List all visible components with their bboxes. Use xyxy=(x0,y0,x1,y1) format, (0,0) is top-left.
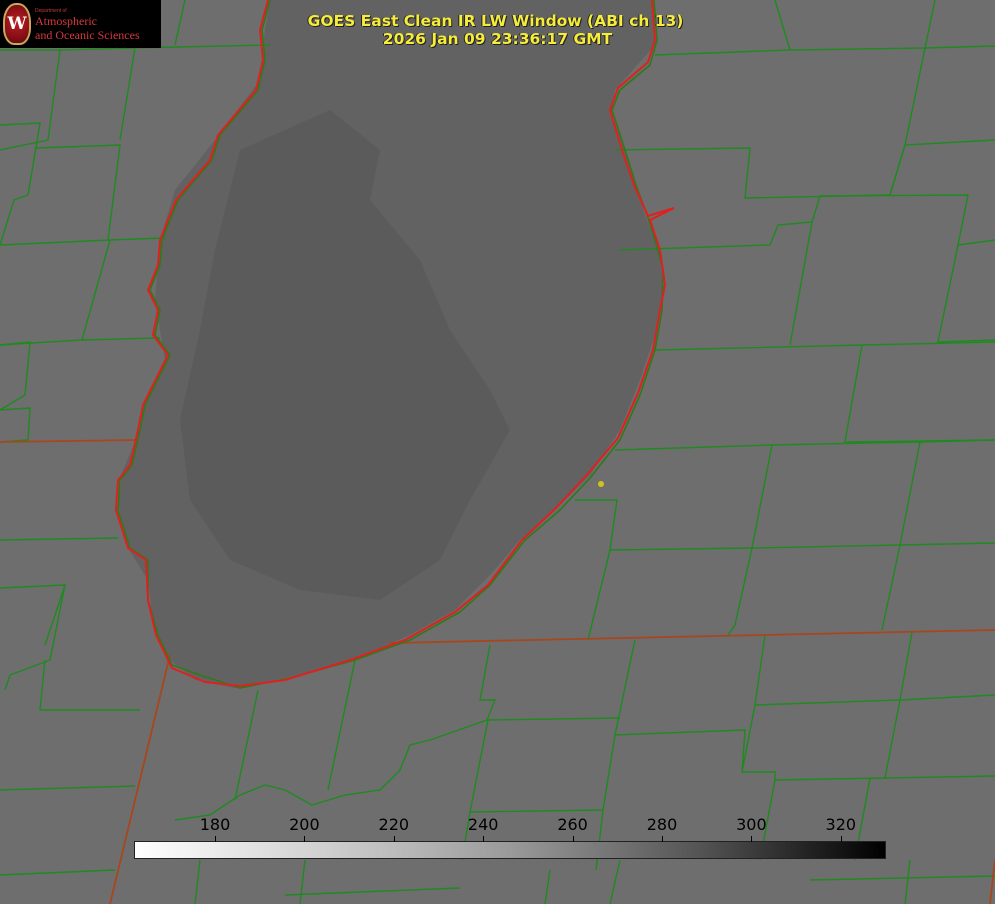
station-marker xyxy=(598,481,604,487)
map-canvas xyxy=(0,0,995,904)
image-title: GOES East Clean IR LW Window (ABI ch 13) xyxy=(307,12,684,30)
image-timestamp: 2026 Jan 09 23:36:17 GMT xyxy=(382,30,613,48)
temperature-colorbar xyxy=(134,841,886,859)
satellite-map: W Department of Atmospheric and Oceanic … xyxy=(0,0,995,904)
